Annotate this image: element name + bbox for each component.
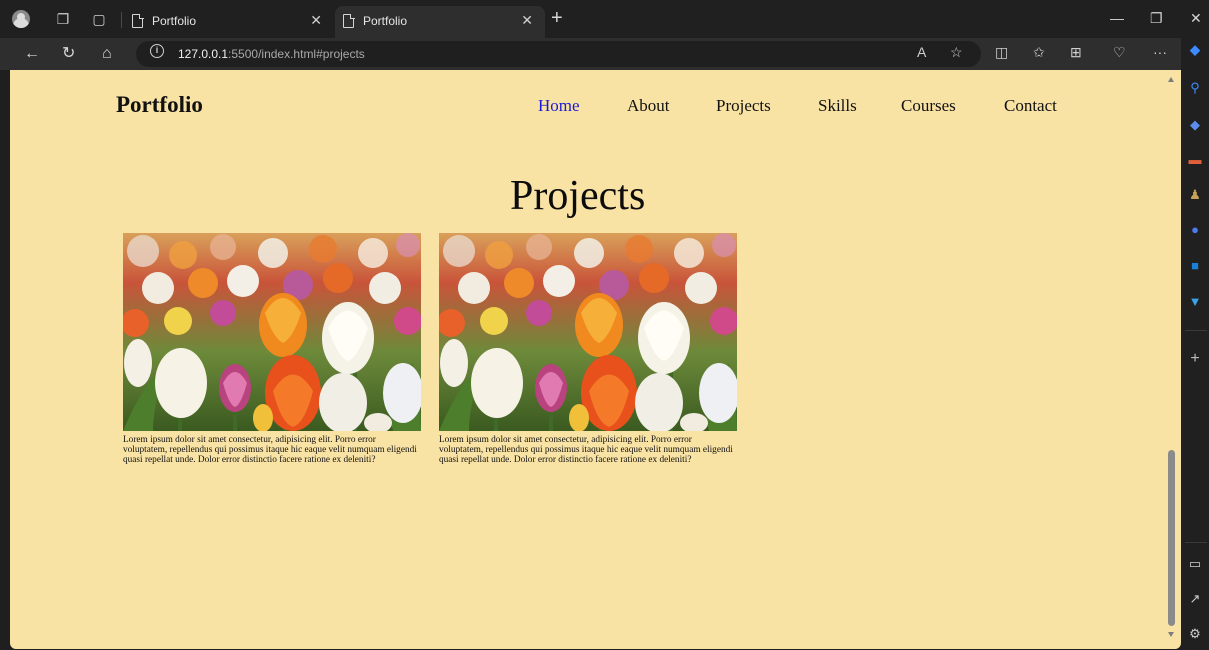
hide-sidebar-icon[interactable]: ▭ [1188, 557, 1202, 571]
shopping-tag-icon[interactable]: ◆ [1188, 118, 1202, 132]
url-host: 127.0.0.1 [178, 47, 229, 61]
nav-projects-link[interactable]: Projects [716, 96, 771, 116]
section-title: Projects [510, 173, 646, 219]
divider [1185, 542, 1207, 543]
nav-about-link[interactable]: About [627, 96, 670, 116]
search-icon[interactable]: ⚲ [1188, 81, 1202, 95]
project-image [123, 233, 421, 431]
nav-courses-link[interactable]: Courses [901, 96, 956, 116]
url-path: :5500/index.html#projects [228, 47, 365, 61]
outlook-icon[interactable]: ■ [1188, 259, 1202, 273]
scrollbar-thumb[interactable] [1168, 450, 1175, 626]
profile-avatar-icon[interactable] [12, 10, 30, 28]
home-icon[interactable]: ⌂ [102, 44, 112, 64]
split-screen-icon[interactable]: ◫ [995, 44, 1008, 61]
favorites-icon[interactable]: ✩ [1033, 44, 1045, 61]
more-menu-icon[interactable]: ··· [1153, 44, 1167, 60]
tools-icon[interactable]: ▬ [1188, 153, 1202, 167]
workspaces-icon[interactable]: ❐ [54, 10, 72, 28]
scroll-up-arrow-icon[interactable] [1168, 77, 1174, 82]
favorite-star-icon[interactable]: ☆ [950, 44, 963, 61]
close-tab-icon[interactable]: ✕ [310, 12, 322, 29]
browser-tab-active[interactable]: Portfolio ✕ [335, 6, 545, 38]
read-aloud-icon[interactable]: A [917, 44, 926, 60]
refresh-icon[interactable]: ↻ [62, 44, 75, 64]
close-window-icon[interactable]: ✕ [1190, 10, 1202, 27]
nav-contact-link[interactable]: Contact [1004, 96, 1057, 116]
divider [121, 12, 122, 28]
project-card: Lorem ipsum dolor sit amet consectetur, … [439, 233, 737, 465]
close-tab-icon[interactable]: ✕ [521, 12, 533, 29]
divider [1185, 330, 1207, 331]
tab-actions-icon[interactable]: ▢ [90, 10, 108, 28]
drop-icon[interactable]: ▼ [1188, 295, 1202, 309]
minimize-icon[interactable]: — [1110, 10, 1124, 26]
page-icon [132, 13, 144, 28]
project-description: Lorem ipsum dolor sit amet consectetur, … [439, 435, 733, 465]
project-description: Lorem ipsum dolor sit amet consectetur, … [123, 435, 417, 465]
site-info-icon[interactable]: i [150, 44, 164, 58]
tab-title: Portfolio [363, 14, 408, 28]
settings-gear-icon[interactable]: ⚙ [1188, 627, 1202, 641]
new-tab-icon[interactable]: + [551, 8, 563, 28]
page-icon [343, 13, 355, 28]
games-icon[interactable]: ♟ [1188, 188, 1202, 202]
collections-icon[interactable]: ⊞ [1070, 44, 1082, 61]
nav-home-link[interactable]: Home [538, 96, 580, 116]
browser-essentials-icon[interactable]: ♡ [1113, 44, 1126, 61]
external-link-icon[interactable]: ↗ [1188, 592, 1202, 606]
site-logo[interactable]: Portfolio [116, 92, 203, 118]
scroll-down-arrow-icon[interactable] [1168, 632, 1174, 637]
project-image [439, 233, 737, 431]
microsoft365-icon[interactable]: ● [1188, 223, 1202, 237]
add-sidebar-app-icon[interactable]: + [1188, 351, 1202, 367]
tab-title: Portfolio [152, 14, 197, 28]
browser-tab[interactable]: Portfolio ✕ [124, 6, 334, 38]
copilot-icon[interactable]: ◆ [1188, 43, 1202, 57]
url-text[interactable]: 127.0.0.1:5500/index.html#projects [178, 47, 365, 61]
nav-skills-link[interactable]: Skills [818, 96, 857, 116]
back-icon[interactable]: ← [24, 44, 40, 64]
tab-bar: ❐ ▢ Portfolio ✕ Portfolio ✕ + — ❐ ✕ [0, 0, 1209, 38]
project-card: Lorem ipsum dolor sit amet consectetur, … [123, 233, 421, 465]
restore-icon[interactable]: ❐ [1150, 10, 1163, 27]
